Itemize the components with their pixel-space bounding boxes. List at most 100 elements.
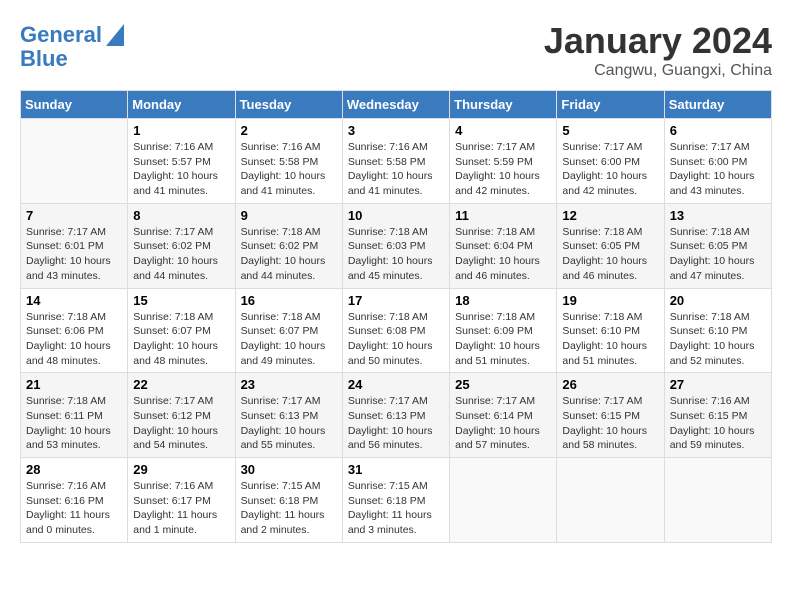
day-cell: 25Sunrise: 7:17 AMSunset: 6:14 PMDayligh… <box>450 373 557 458</box>
day-cell: 1 Sunrise: 7:16 AMSunset: 5:57 PMDaylight… <box>128 119 235 204</box>
day-cell <box>450 458 557 543</box>
day-info: Sunrise: 7:18 AMSunset: 6:07 PMDaylight:… <box>241 310 337 369</box>
day-cell: 16 Sunrise: 7:18 AMSunset: 6:07 PMDayligh… <box>235 288 342 373</box>
day-number: 1 <box>133 123 229 138</box>
day-info: Sunrise: 7:16 AMSunset: 6:16 PMDaylight:… <box>26 479 122 538</box>
day-cell: 30 Sunrise: 7:15 AMSunset: 6:18 PMDayligh… <box>235 458 342 543</box>
weekday-header-saturday: Saturday <box>664 91 771 119</box>
day-cell <box>557 458 664 543</box>
day-number: 22 <box>133 377 229 392</box>
day-cell: 10 Sunrise: 7:18 AMSunset: 6:03 PMDayligh… <box>342 203 449 288</box>
day-info: Sunrise: 7:18 AMSunset: 6:04 PMDaylight:… <box>455 225 551 284</box>
day-info: Sunrise: 7:18 AMSunset: 6:07 PMDaylight:… <box>133 310 229 369</box>
day-number: 19 <box>562 293 658 308</box>
week-row-1: 1 Sunrise: 7:16 AMSunset: 5:57 PMDaylight… <box>21 119 772 204</box>
title-block: January 2024 Cangwu, Guangxi, China <box>544 20 772 80</box>
calendar-table: SundayMondayTuesdayWednesdayThursdayFrid… <box>20 90 772 543</box>
day-cell: 15 Sunrise: 7:18 AMSunset: 6:07 PMDayligh… <box>128 288 235 373</box>
day-number: 24 <box>348 377 444 392</box>
day-cell: 28 Sunrise: 7:16 AMSunset: 6:16 PMDayligh… <box>21 458 128 543</box>
day-number: 16 <box>241 293 337 308</box>
day-cell: 14 Sunrise: 7:18 AMSunset: 6:06 PMDayligh… <box>21 288 128 373</box>
weekday-header-sunday: Sunday <box>21 91 128 119</box>
day-cell: 5 Sunrise: 7:17 AMSunset: 6:00 PMDaylight… <box>557 119 664 204</box>
day-cell: 9 Sunrise: 7:18 AMSunset: 6:02 PMDaylight… <box>235 203 342 288</box>
day-cell: 12 Sunrise: 7:18 AMSunset: 6:05 PMDayligh… <box>557 203 664 288</box>
logo: General Blue <box>20 20 124 71</box>
week-row-2: 7Sunrise: 7:17 AMSunset: 6:01 PMDaylight… <box>21 203 772 288</box>
day-info: Sunrise: 7:18 AMSunset: 6:05 PMDaylight:… <box>562 225 658 284</box>
day-number: 8 <box>133 208 229 223</box>
day-number: 15 <box>133 293 229 308</box>
day-info: Sunrise: 7:17 AMSunset: 6:13 PMDaylight:… <box>241 394 337 453</box>
weekday-header-friday: Friday <box>557 91 664 119</box>
day-info: Sunrise: 7:17 AMSunset: 6:12 PMDaylight:… <box>133 394 229 453</box>
weekday-header-monday: Monday <box>128 91 235 119</box>
day-cell: 11Sunrise: 7:18 AMSunset: 6:04 PMDayligh… <box>450 203 557 288</box>
day-info: Sunrise: 7:18 AMSunset: 6:06 PMDaylight:… <box>26 310 122 369</box>
logo-bird-icon <box>106 24 124 46</box>
day-info: Sunrise: 7:18 AMSunset: 6:08 PMDaylight:… <box>348 310 444 369</box>
day-cell: 17 Sunrise: 7:18 AMSunset: 6:08 PMDayligh… <box>342 288 449 373</box>
day-number: 28 <box>26 462 122 477</box>
day-info: Sunrise: 7:16 AMSunset: 5:57 PMDaylight:… <box>133 140 229 199</box>
day-cell: 24Sunrise: 7:17 AMSunset: 6:13 PMDayligh… <box>342 373 449 458</box>
day-info: Sunrise: 7:16 AMSunset: 6:17 PMDaylight:… <box>133 479 229 538</box>
day-number: 12 <box>562 208 658 223</box>
day-cell: 13Sunrise: 7:18 AMSunset: 6:05 PMDayligh… <box>664 203 771 288</box>
day-number: 6 <box>670 123 766 138</box>
day-info: Sunrise: 7:17 AMSunset: 6:00 PMDaylight:… <box>670 140 766 199</box>
day-number: 21 <box>26 377 122 392</box>
day-number: 3 <box>348 123 444 138</box>
day-info: Sunrise: 7:17 AMSunset: 6:15 PMDaylight:… <box>562 394 658 453</box>
day-number: 31 <box>348 462 444 477</box>
day-cell: 23Sunrise: 7:17 AMSunset: 6:13 PMDayligh… <box>235 373 342 458</box>
day-number: 30 <box>241 462 337 477</box>
day-cell: 20 Sunrise: 7:18 AMSunset: 6:10 PMDayligh… <box>664 288 771 373</box>
day-info: Sunrise: 7:17 AMSunset: 6:02 PMDaylight:… <box>133 225 229 284</box>
day-number: 17 <box>348 293 444 308</box>
day-number: 13 <box>670 208 766 223</box>
day-info: Sunrise: 7:18 AMSunset: 6:09 PMDaylight:… <box>455 310 551 369</box>
location: Cangwu, Guangxi, China <box>544 62 772 80</box>
day-number: 20 <box>670 293 766 308</box>
day-info: Sunrise: 7:16 AMSunset: 6:15 PMDaylight:… <box>670 394 766 453</box>
day-number: 9 <box>241 208 337 223</box>
month-title: January 2024 <box>544 20 772 62</box>
day-cell: 2Sunrise: 7:16 AMSunset: 5:58 PMDaylight… <box>235 119 342 204</box>
day-info: Sunrise: 7:18 AMSunset: 6:10 PMDaylight:… <box>562 310 658 369</box>
day-cell <box>664 458 771 543</box>
day-info: Sunrise: 7:16 AMSunset: 5:58 PMDaylight:… <box>241 140 337 199</box>
day-info: Sunrise: 7:15 AMSunset: 6:18 PMDaylight:… <box>241 479 337 538</box>
day-cell: 7Sunrise: 7:17 AMSunset: 6:01 PMDaylight… <box>21 203 128 288</box>
day-info: Sunrise: 7:15 AMSunset: 6:18 PMDaylight:… <box>348 479 444 538</box>
day-cell: 3Sunrise: 7:16 AMSunset: 5:58 PMDaylight… <box>342 119 449 204</box>
day-cell: 4Sunrise: 7:17 AMSunset: 5:59 PMDaylight… <box>450 119 557 204</box>
logo-text-line2: Blue <box>20 47 68 71</box>
day-cell <box>21 119 128 204</box>
day-cell: 31 Sunrise: 7:15 AMSunset: 6:18 PMDayligh… <box>342 458 449 543</box>
week-row-3: 14 Sunrise: 7:18 AMSunset: 6:06 PMDayligh… <box>21 288 772 373</box>
day-cell: 19 Sunrise: 7:18 AMSunset: 6:10 PMDayligh… <box>557 288 664 373</box>
day-info: Sunrise: 7:17 AMSunset: 6:01 PMDaylight:… <box>26 225 122 284</box>
weekday-header-wednesday: Wednesday <box>342 91 449 119</box>
weekday-header-tuesday: Tuesday <box>235 91 342 119</box>
day-cell: 8 Sunrise: 7:17 AMSunset: 6:02 PMDaylight… <box>128 203 235 288</box>
day-cell: 27Sunrise: 7:16 AMSunset: 6:15 PMDayligh… <box>664 373 771 458</box>
weekday-header-thursday: Thursday <box>450 91 557 119</box>
day-info: Sunrise: 7:18 AMSunset: 6:11 PMDaylight:… <box>26 394 122 453</box>
day-cell: 29 Sunrise: 7:16 AMSunset: 6:17 PMDayligh… <box>128 458 235 543</box>
day-info: Sunrise: 7:18 AMSunset: 6:10 PMDaylight:… <box>670 310 766 369</box>
day-number: 10 <box>348 208 444 223</box>
day-number: 29 <box>133 462 229 477</box>
day-number: 5 <box>562 123 658 138</box>
page-header: General Blue January 2024 Cangwu, Guangx… <box>20 20 772 80</box>
day-info: Sunrise: 7:17 AMSunset: 6:14 PMDaylight:… <box>455 394 551 453</box>
day-number: 4 <box>455 123 551 138</box>
day-info: Sunrise: 7:18 AMSunset: 6:03 PMDaylight:… <box>348 225 444 284</box>
day-number: 14 <box>26 293 122 308</box>
day-cell: 21 Sunrise: 7:18 AMSunset: 6:11 PMDayligh… <box>21 373 128 458</box>
day-cell: 26Sunrise: 7:17 AMSunset: 6:15 PMDayligh… <box>557 373 664 458</box>
day-info: Sunrise: 7:17 AMSunset: 6:00 PMDaylight:… <box>562 140 658 199</box>
day-info: Sunrise: 7:18 AMSunset: 6:02 PMDaylight:… <box>241 225 337 284</box>
